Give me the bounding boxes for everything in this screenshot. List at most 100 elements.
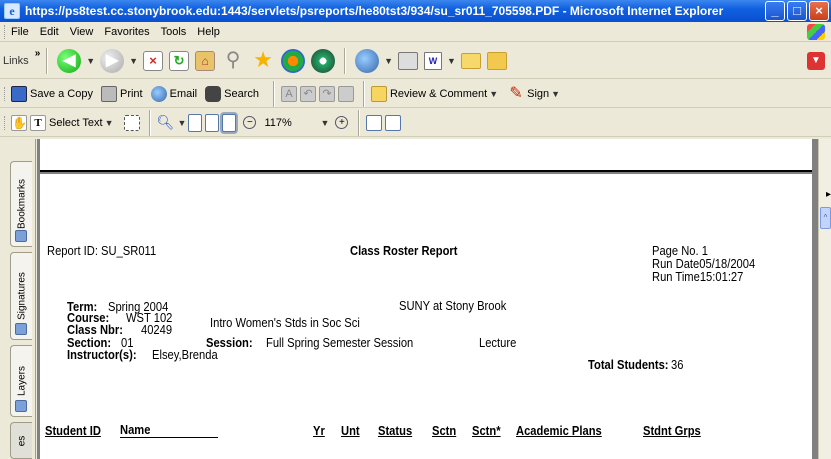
edit-dropdown-icon[interactable]: ▼ bbox=[447, 56, 456, 66]
tab-bookmarks[interactable]: Bookmarks bbox=[10, 161, 32, 247]
refresh-icon[interactable]: ↻ bbox=[169, 50, 190, 71]
ie-icon: e bbox=[4, 3, 20, 19]
signature-icon bbox=[15, 323, 27, 335]
zoom-icon[interactable]: 🔍︎ bbox=[157, 114, 175, 131]
back-icon[interactable]: ◀ bbox=[57, 48, 82, 73]
word-icon[interactable]: W bbox=[424, 51, 443, 70]
zoom-out-icon[interactable]: − bbox=[243, 116, 257, 129]
copy-icon[interactable] bbox=[337, 85, 354, 102]
menu-view[interactable]: View bbox=[70, 26, 94, 38]
zoom-level-dropdown-icon[interactable]: ▼ bbox=[320, 118, 329, 128]
email-icon bbox=[150, 85, 167, 102]
layers-icon bbox=[15, 400, 27, 412]
close-button[interactable]: × bbox=[809, 1, 829, 21]
print-button[interactable]: Print bbox=[100, 85, 143, 102]
report-id: Report ID: SU_SR011 bbox=[47, 243, 157, 258]
tab-layers[interactable]: Layers bbox=[10, 345, 32, 417]
folder-icon[interactable] bbox=[460, 52, 481, 69]
window-title-bar[interactable]: e https://ps8test.cc.stonybrook.edu:1443… bbox=[0, 0, 831, 22]
save-icon bbox=[11, 85, 27, 102]
search-icon[interactable]: ⚲ bbox=[221, 49, 245, 73]
toolbar-separator bbox=[272, 80, 275, 107]
undo-icon[interactable]: ↶ bbox=[299, 85, 316, 102]
column-header-sctn: Sctn bbox=[432, 423, 457, 438]
rotate-clockwise-icon[interactable] bbox=[366, 114, 383, 131]
printer-icon bbox=[100, 85, 117, 102]
toolbar-separator bbox=[358, 109, 361, 136]
previous-page-bottom bbox=[40, 139, 812, 172]
zoom-in-icon[interactable]: + bbox=[335, 116, 349, 129]
vertical-scrollbar[interactable]: ▸ ^ bbox=[818, 139, 831, 459]
university-name: SUNY at Stony Brook bbox=[399, 298, 507, 313]
pen-icon: ✎ bbox=[509, 84, 523, 102]
minimize-button[interactable]: _ bbox=[765, 1, 785, 21]
acrobat-icon[interactable]: ▼ bbox=[807, 52, 825, 70]
tab-pages[interactable]: es bbox=[10, 422, 32, 459]
course-description: Intro Women's Stds in Soc Sci bbox=[210, 315, 360, 330]
email-button[interactable]: Email bbox=[150, 85, 197, 102]
chevron-down-icon: ▼ bbox=[551, 88, 561, 99]
bookmark-icon bbox=[15, 230, 27, 242]
messenger-folder-icon[interactable] bbox=[486, 51, 507, 70]
scroll-thumb[interactable]: ^ bbox=[820, 207, 831, 229]
home-icon[interactable]: ⌂ bbox=[195, 50, 216, 71]
menu-file[interactable]: File bbox=[11, 26, 29, 38]
search-button[interactable]: Search bbox=[205, 85, 259, 102]
print-icon[interactable] bbox=[398, 51, 419, 70]
zoom-dropdown-icon[interactable]: ▼ bbox=[178, 118, 187, 128]
column-header-stdnt-grps: Stdnt Grps bbox=[643, 423, 701, 438]
run-time: Run Time15:01:27 bbox=[652, 269, 744, 284]
save-copy-button[interactable]: Save a Copy bbox=[11, 85, 93, 102]
hand-tool-icon[interactable]: ✋ bbox=[11, 114, 27, 131]
actual-size-icon[interactable] bbox=[188, 113, 203, 132]
column-header-sctn-star: Sctn* bbox=[472, 423, 501, 438]
menu-edit[interactable]: Edit bbox=[40, 26, 59, 38]
toolbar-grip[interactable] bbox=[4, 115, 7, 130]
menu-help[interactable]: Help bbox=[197, 26, 220, 38]
tab-signatures[interactable]: Signatures bbox=[10, 252, 32, 340]
column-header-unt: Unt bbox=[341, 423, 360, 438]
review-comment-button[interactable]: Review & Comment ▼ bbox=[370, 85, 500, 102]
pane-expand-arrow-icon[interactable]: ▸ bbox=[826, 189, 831, 200]
menu-favorites[interactable]: Favorites bbox=[104, 26, 149, 38]
select-text-button[interactable]: T Select Text ▼ bbox=[30, 114, 116, 131]
favorites-icon[interactable]: ★ bbox=[251, 48, 275, 73]
mail-dropdown-icon[interactable]: ▼ bbox=[384, 56, 393, 66]
fit-page-icon[interactable] bbox=[205, 113, 220, 132]
menu-bar: File Edit View Favorites Tools Help bbox=[0, 22, 831, 42]
mail-icon[interactable] bbox=[355, 48, 380, 73]
snapshot-icon[interactable] bbox=[123, 114, 140, 131]
sign-button[interactable]: ✎ Sign ▼ bbox=[508, 84, 562, 102]
menu-tools[interactable]: Tools bbox=[161, 26, 187, 38]
column-header-name: Name bbox=[120, 423, 219, 438]
document-viewport[interactable]: Report ID: SU_SR011 Class Roster Report … bbox=[37, 139, 818, 459]
text-cursor-icon: T bbox=[30, 114, 46, 131]
forward-icon[interactable]: ▶ bbox=[100, 48, 125, 73]
toolbar-separator bbox=[344, 47, 347, 74]
history-icon[interactable] bbox=[311, 48, 336, 73]
redo-icon[interactable]: ↷ bbox=[318, 85, 335, 102]
links-label[interactable]: Links bbox=[3, 55, 29, 67]
total-students-value: 36 bbox=[671, 357, 684, 372]
toolbar-grip[interactable] bbox=[4, 24, 7, 39]
toolbar-grip[interactable] bbox=[4, 86, 7, 101]
chevron-down-icon: ▼ bbox=[489, 88, 499, 99]
pdf-page[interactable]: Report ID: SU_SR011 Class Roster Report … bbox=[40, 174, 812, 459]
class-nbr-value: 40249 bbox=[141, 322, 173, 337]
zoom-level-field[interactable]: 117% bbox=[264, 117, 314, 129]
spellcheck-icon[interactable]: A bbox=[280, 85, 297, 102]
fit-width-icon[interactable] bbox=[222, 113, 237, 132]
window-title: https://ps8test.cc.stonybrook.edu:1443/s… bbox=[25, 4, 724, 18]
acrobat-toolbar-1: Save a Copy Print Email Search A ↶ ↷ Rev… bbox=[0, 80, 831, 108]
binoculars-icon bbox=[205, 85, 222, 102]
maximize-button[interactable]: □ bbox=[787, 1, 807, 21]
links-chevron[interactable]: » bbox=[35, 48, 41, 59]
media-icon[interactable] bbox=[281, 48, 306, 73]
stop-icon[interactable]: × bbox=[143, 50, 164, 71]
back-dropdown-icon[interactable]: ▼ bbox=[86, 56, 95, 66]
component: Lecture bbox=[479, 335, 517, 350]
rotate-counterclockwise-icon[interactable] bbox=[385, 114, 402, 131]
forward-dropdown-icon[interactable]: ▼ bbox=[129, 56, 138, 66]
window-controls: _ □ × bbox=[765, 1, 829, 21]
column-header-yr: Yr bbox=[313, 423, 325, 438]
